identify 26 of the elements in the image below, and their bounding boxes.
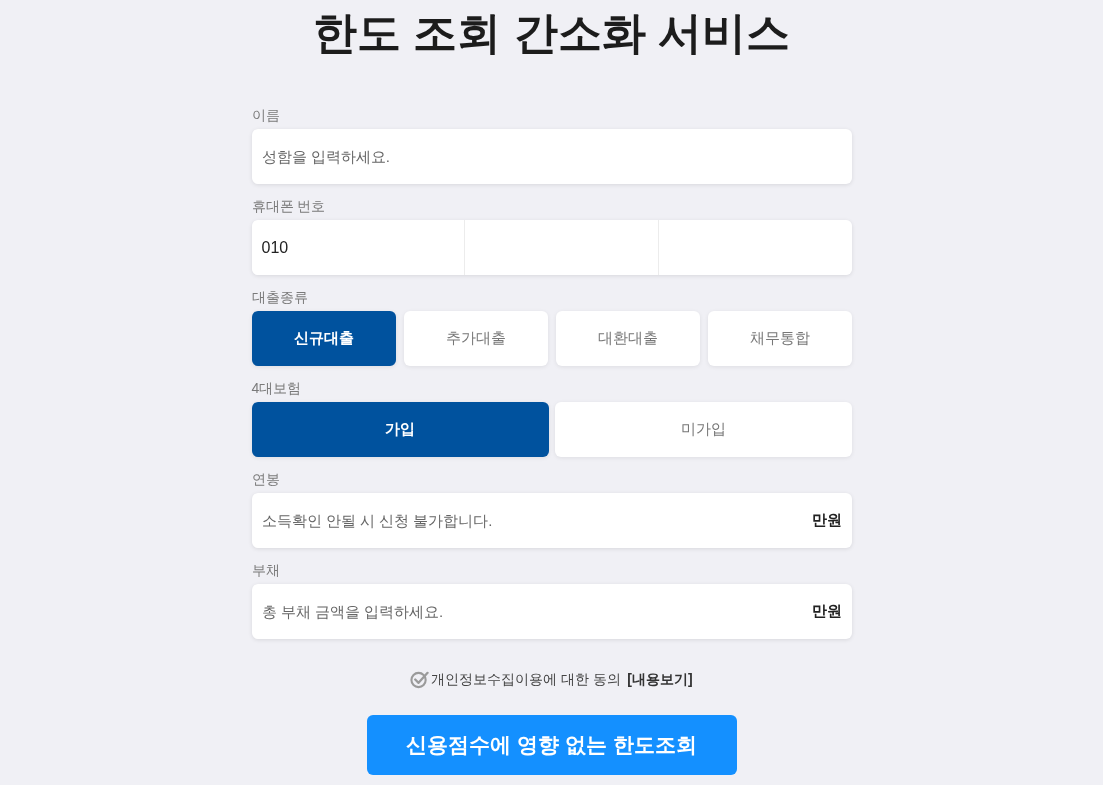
option-button[interactable]: 채무통합 [707,311,852,366]
consent-text: 개인정보수집이용에 대한 동의 [431,669,622,689]
debt-input[interactable]: 총 부채 금액을 입력하세요. [251,584,812,639]
phone-input[interactable] [465,220,659,275]
view-details-link[interactable]: [내용보기] [627,668,693,690]
unit-label: 만원 [811,601,842,622]
debt-field[interactable]: 총 부채 금액을 입력하세요. 만원 [251,584,852,639]
unit-label: 만원 [811,510,842,531]
field-label: 연봉 [251,470,280,489]
field-label: 대출종류 [251,288,308,307]
option-button[interactable]: 신규대출 [251,311,396,366]
phone-input[interactable]: 010 [251,220,466,275]
field-label: 4대보험 [251,379,302,398]
page-title: 한도 조회 간소화 서비스 [313,7,790,59]
check-circle-icon[interactable] [410,669,430,689]
option-button[interactable]: 미가입 [554,402,852,457]
field-label: 부채 [251,561,280,580]
field-label: 휴대폰 번호 [251,197,326,216]
name-input[interactable]: 성함을 입력하세요. [251,129,852,184]
option-button[interactable]: 추가대출 [403,311,548,366]
salary-input[interactable]: 소득확인 안될 시 신청 불가합니다. [251,493,812,548]
option-button[interactable]: 대환대출 [555,311,700,366]
phone-input[interactable] [658,220,852,275]
field-label: 이름 [251,106,280,125]
salary-field[interactable]: 소득확인 안될 시 신청 불가합니다. 만원 [251,493,852,548]
option-button[interactable]: 가입 [251,402,549,457]
